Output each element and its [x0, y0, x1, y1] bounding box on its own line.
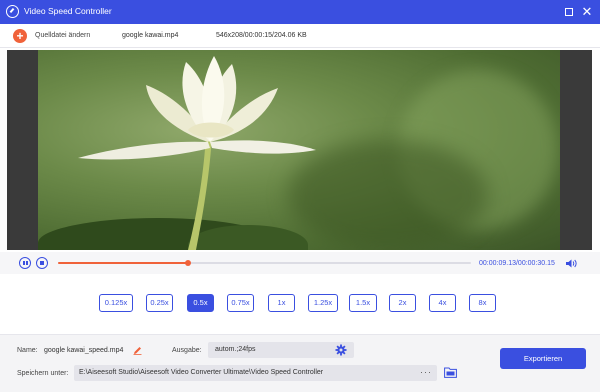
- source-file-meta: 546x208/00:00:15/204.06 KB: [216, 32, 307, 39]
- volume-icon[interactable]: [566, 259, 578, 268]
- output-file-name: google kawai_speed.mp4: [44, 347, 124, 354]
- speed-option[interactable]: 0.5x: [187, 294, 214, 312]
- change-source-button[interactable]: +: [13, 29, 27, 43]
- speed-option[interactable]: 1.25x: [308, 294, 338, 312]
- pause-button[interactable]: [19, 257, 31, 269]
- folder-icon[interactable]: [444, 367, 457, 378]
- speed-option[interactable]: 4x: [429, 294, 456, 312]
- speed-option[interactable]: 0.125x: [99, 294, 133, 312]
- save-path-field[interactable]: E:\Aiseesoft Studio\Aiseesoft Video Conv…: [74, 365, 437, 381]
- plus-circle-icon: +: [16, 29, 24, 43]
- speed-option[interactable]: 0.25x: [146, 294, 173, 312]
- source-file-name: google kawai.mp4: [122, 32, 179, 39]
- stop-button[interactable]: [36, 257, 48, 269]
- progress-handle[interactable]: [184, 260, 191, 266]
- total-time: /00:00:30.15: [515, 260, 555, 267]
- speed-option[interactable]: 1x: [268, 294, 295, 312]
- lotus-flower-image: [78, 56, 316, 250]
- file-bar: + Quelldatei ändern google kawai.mp4 546…: [0, 24, 600, 48]
- close-button[interactable]: ✕: [579, 4, 595, 20]
- speed-options: 0.125x 0.25x 0.5x 0.75x 1x 1.25x 1.5x 2x…: [0, 274, 600, 334]
- time-display: 00:00:09.13/00:00:30.15: [479, 260, 555, 267]
- change-source-label[interactable]: Quelldatei ändern: [35, 32, 90, 39]
- save-path-value: E:\Aiseesoft Studio\Aiseesoft Video Conv…: [79, 369, 324, 376]
- browse-path-button[interactable]: ···: [420, 367, 432, 377]
- window-title: Video Speed Controller: [24, 6, 112, 16]
- progress-fill: [58, 262, 188, 264]
- maximize-icon: [565, 8, 573, 16]
- output-format-value: autom.;24fps: [215, 346, 256, 353]
- current-time: 00:00:09.13: [479, 260, 516, 267]
- maximize-button[interactable]: [561, 4, 577, 20]
- format-label: Ausgabe:: [172, 347, 202, 354]
- progress-slider[interactable]: [58, 260, 471, 266]
- playback-bar: 00:00:09.13/00:00:30.15: [0, 252, 600, 274]
- video-preview-frame: [7, 50, 592, 250]
- output-format-field[interactable]: autom.;24fps: [208, 342, 354, 358]
- speed-option[interactable]: 1.5x: [349, 294, 377, 312]
- name-label: Name:: [17, 347, 38, 354]
- export-button[interactable]: Exportieren: [500, 348, 586, 369]
- speed-option[interactable]: 0.75x: [227, 294, 254, 312]
- speed-option[interactable]: 8x: [469, 294, 496, 312]
- output-settings: Name: google kawai_speed.mp4 Ausgabe: au…: [0, 334, 600, 392]
- speedometer-icon: [6, 5, 19, 18]
- close-icon: ✕: [581, 4, 593, 19]
- speed-option[interactable]: 2x: [389, 294, 416, 312]
- title-bar: Video Speed Controller ✕: [0, 0, 600, 24]
- save-location-label: Speichern unter:: [17, 370, 69, 377]
- gear-icon[interactable]: [335, 344, 347, 356]
- pencil-icon[interactable]: [133, 346, 142, 355]
- video-preview[interactable]: [38, 50, 560, 250]
